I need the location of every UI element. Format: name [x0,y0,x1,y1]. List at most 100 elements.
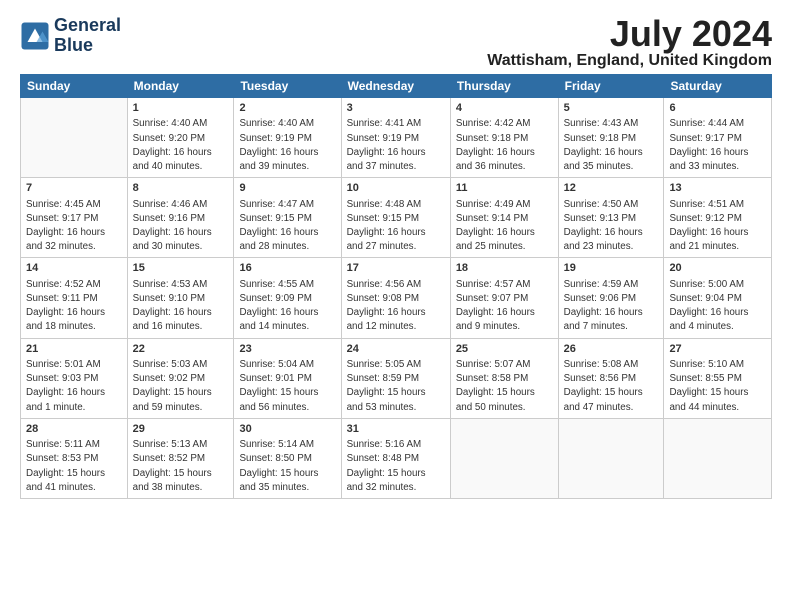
calendar-cell: 15 Sunrise: 4:53 AM Sunset: 9:10 PM Dayli… [127,258,234,338]
calendar-table: Sunday Monday Tuesday Wednesday Thursday… [20,74,772,499]
day-info: Sunrise: 4:51 AM Sunset: 9:12 PM Dayligh… [669,198,766,255]
calendar-cell [21,98,128,178]
day-info: Sunrise: 4:43 AM Sunset: 9:18 PM Dayligh… [564,117,659,174]
day-info: Sunrise: 4:40 AM Sunset: 9:20 PM Dayligh… [133,117,229,174]
calendar-cell: 19 Sunrise: 4:59 AM Sunset: 9:06 PM Dayli… [558,258,664,338]
logo-line1: General [54,16,121,36]
day-number: 18 [456,261,553,276]
day-info: Sunrise: 5:01 AM Sunset: 9:03 PM Dayligh… [26,358,122,415]
day-info: Sunrise: 5:11 AM Sunset: 8:53 PM Dayligh… [26,438,122,495]
day-info: Sunrise: 5:16 AM Sunset: 8:48 PM Dayligh… [347,438,445,495]
day-number: 10 [347,181,445,196]
day-number: 2 [239,101,335,116]
calendar-cell: 29Sunrise: 5:13 AM Sunset: 8:52 PM Dayli… [127,418,234,498]
col-wednesday: Wednesday [341,75,450,98]
day-info: Sunrise: 4:48 AM Sunset: 9:15 PM Dayligh… [347,198,445,255]
calendar-cell: 11 Sunrise: 4:49 AM Sunset: 9:14 PM Dayli… [450,178,558,258]
location: Wattisham, England, United Kingdom [487,52,772,70]
calendar-cell: 4Sunrise: 4:42 AM Sunset: 9:18 PM Daylig… [450,98,558,178]
calendar-cell [558,418,664,498]
day-number: 7 [26,181,122,196]
calendar-cell: 16Sunrise: 4:55 AM Sunset: 9:09 PM Dayli… [234,258,341,338]
day-info: Sunrise: 5:07 AM Sunset: 8:58 PM Dayligh… [456,358,553,415]
calendar-cell: 7 Sunrise: 4:45 AM Sunset: 9:17 PM Daylig… [21,178,128,258]
logo-icon [20,21,50,51]
calendar-cell: 9 Sunrise: 4:47 AM Sunset: 9:15 PM Daylig… [234,178,341,258]
calendar-cell: 21Sunrise: 5:01 AM Sunset: 9:03 PM Dayli… [21,338,128,418]
day-number: 22 [133,342,229,357]
day-info: Sunrise: 4:56 AM Sunset: 9:08 PM Dayligh… [347,278,445,335]
week-row-4: 21Sunrise: 5:01 AM Sunset: 9:03 PM Dayli… [21,338,772,418]
calendar-cell: 22Sunrise: 5:03 AM Sunset: 9:02 PM Dayli… [127,338,234,418]
calendar-cell: 1Sunrise: 4:40 AM Sunset: 9:20 PM Daylig… [127,98,234,178]
calendar-cell: 27Sunrise: 5:10 AM Sunset: 8:55 PM Dayli… [664,338,772,418]
col-saturday: Saturday [664,75,772,98]
day-info: Sunrise: 5:13 AM Sunset: 8:52 PM Dayligh… [133,438,229,495]
calendar-cell: 5Sunrise: 4:43 AM Sunset: 9:18 PM Daylig… [558,98,664,178]
calendar-cell [664,418,772,498]
week-row-5: 28Sunrise: 5:11 AM Sunset: 8:53 PM Dayli… [21,418,772,498]
calendar-cell: 26Sunrise: 5:08 AM Sunset: 8:56 PM Dayli… [558,338,664,418]
day-number: 8 [133,181,229,196]
day-info: Sunrise: 4:59 AM Sunset: 9:06 PM Dayligh… [564,278,659,335]
day-number: 9 [239,181,335,196]
calendar-cell: 30Sunrise: 5:14 AM Sunset: 8:50 PM Dayli… [234,418,341,498]
day-info: Sunrise: 4:44 AM Sunset: 9:17 PM Dayligh… [669,117,766,174]
day-number: 21 [26,342,122,357]
day-number: 31 [347,422,445,437]
day-number: 23 [239,342,335,357]
day-info: Sunrise: 4:49 AM Sunset: 9:14 PM Dayligh… [456,198,553,255]
week-row-1: 1Sunrise: 4:40 AM Sunset: 9:20 PM Daylig… [21,98,772,178]
day-info: Sunrise: 4:41 AM Sunset: 9:19 PM Dayligh… [347,117,445,174]
day-number: 12 [564,181,659,196]
day-info: Sunrise: 4:45 AM Sunset: 9:17 PM Dayligh… [26,198,122,255]
title-block: July 2024 Wattisham, England, United Kin… [487,16,772,70]
day-number: 15 [133,261,229,276]
week-row-3: 14Sunrise: 4:52 AM Sunset: 9:11 PM Dayli… [21,258,772,338]
calendar-header-row: Sunday Monday Tuesday Wednesday Thursday… [21,75,772,98]
day-info: Sunrise: 5:05 AM Sunset: 8:59 PM Dayligh… [347,358,445,415]
day-number: 26 [564,342,659,357]
day-info: Sunrise: 4:47 AM Sunset: 9:15 PM Dayligh… [239,198,335,255]
col-sunday: Sunday [21,75,128,98]
day-number: 20 [669,261,766,276]
calendar-cell: 18 Sunrise: 4:57 AM Sunset: 9:07 PM Dayli… [450,258,558,338]
col-monday: Monday [127,75,234,98]
col-thursday: Thursday [450,75,558,98]
page: General Blue July 2024 Wattisham, Englan… [0,0,792,612]
day-info: Sunrise: 5:14 AM Sunset: 8:50 PM Dayligh… [239,438,335,495]
day-number: 17 [347,261,445,276]
calendar-cell: 3Sunrise: 4:41 AM Sunset: 9:19 PM Daylig… [341,98,450,178]
calendar-cell: 13 Sunrise: 4:51 AM Sunset: 9:12 PM Dayli… [664,178,772,258]
day-info: Sunrise: 4:57 AM Sunset: 9:07 PM Dayligh… [456,278,553,335]
day-number: 1 [133,101,229,116]
calendar-cell: 10 Sunrise: 4:48 AM Sunset: 9:15 PM Dayli… [341,178,450,258]
month-title: July 2024 [487,16,772,52]
calendar-cell: 24Sunrise: 5:05 AM Sunset: 8:59 PM Dayli… [341,338,450,418]
logo-line2: Blue [54,36,121,56]
col-friday: Friday [558,75,664,98]
day-number: 30 [239,422,335,437]
calendar-cell: 20 Sunrise: 5:00 AM Sunset: 9:04 PM Dayli… [664,258,772,338]
day-info: Sunrise: 5:00 AM Sunset: 9:04 PM Dayligh… [669,278,766,335]
day-info: Sunrise: 4:50 AM Sunset: 9:13 PM Dayligh… [564,198,659,255]
day-info: Sunrise: 4:53 AM Sunset: 9:10 PM Dayligh… [133,278,229,335]
day-number: 19 [564,261,659,276]
calendar-cell: 12 Sunrise: 4:50 AM Sunset: 9:13 PM Dayli… [558,178,664,258]
logo: General Blue [20,16,121,56]
day-number: 11 [456,181,553,196]
col-tuesday: Tuesday [234,75,341,98]
header: General Blue July 2024 Wattisham, Englan… [20,16,772,70]
week-row-2: 7 Sunrise: 4:45 AM Sunset: 9:17 PM Daylig… [21,178,772,258]
day-number: 27 [669,342,766,357]
day-info: Sunrise: 5:10 AM Sunset: 8:55 PM Dayligh… [669,358,766,415]
calendar-cell: 23Sunrise: 5:04 AM Sunset: 9:01 PM Dayli… [234,338,341,418]
day-info: Sunrise: 5:03 AM Sunset: 9:02 PM Dayligh… [133,358,229,415]
calendar-cell: 14Sunrise: 4:52 AM Sunset: 9:11 PM Dayli… [21,258,128,338]
day-number: 25 [456,342,553,357]
day-info: Sunrise: 5:04 AM Sunset: 9:01 PM Dayligh… [239,358,335,415]
day-number: 13 [669,181,766,196]
day-info: Sunrise: 4:55 AM Sunset: 9:09 PM Dayligh… [239,278,335,335]
calendar-cell: 25Sunrise: 5:07 AM Sunset: 8:58 PM Dayli… [450,338,558,418]
day-number: 29 [133,422,229,437]
